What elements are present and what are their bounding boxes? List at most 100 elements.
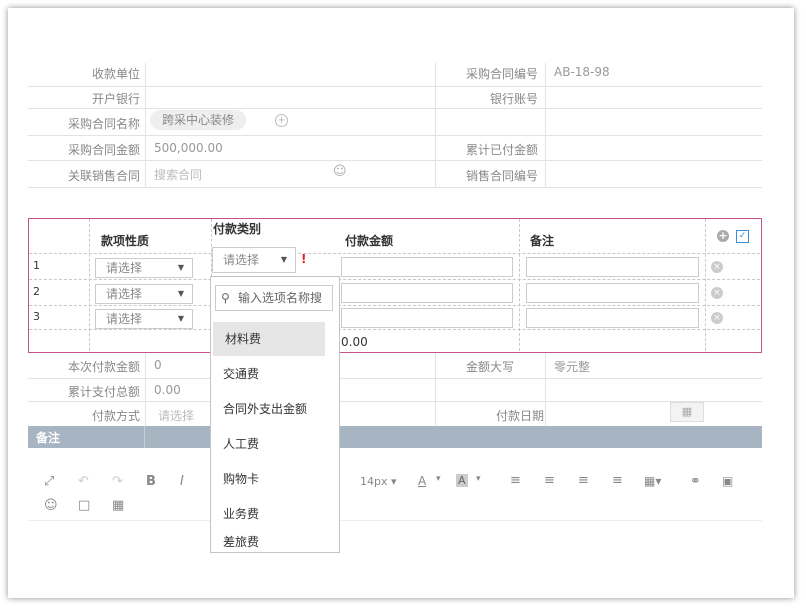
grid-line <box>28 187 762 188</box>
remark-section-title: 备注 <box>36 431 61 445</box>
account-label: 银行账号 <box>489 92 538 106</box>
image-icon[interactable]: ▣ <box>722 474 733 488</box>
nature-select[interactable]: 请选择 ▼ <box>95 284 193 304</box>
category-dropdown: ⚲ 输入选项名称搜 材料费 交通费 合同外支出金额 人工费 购物卡 业务费 差旅… <box>210 276 340 553</box>
justify-icon[interactable]: ≡ <box>612 473 623 488</box>
delete-row-icon[interactable]: × <box>711 287 723 299</box>
payee-label: 收款单位 <box>91 67 140 81</box>
row-number: 1 <box>33 259 40 272</box>
fullscreen-icon[interactable]: ⤢ <box>44 474 54 489</box>
dropdown-option[interactable]: 人工费 <box>211 427 339 461</box>
required-mark: ! <box>301 252 307 266</box>
amount-input[interactable] <box>341 257 513 277</box>
chevron-down-icon[interactable]: ▾ <box>476 474 481 484</box>
table-icon[interactable]: ▦▾ <box>644 474 661 488</box>
link-icon[interactable]: ⚭ <box>690 474 701 489</box>
grid-line <box>519 219 520 351</box>
payment-detail-table: 款项性质 付款类别 付款金额 备注 + ✓ 请选择 ▼ ! 1 请选择 ▼ × … <box>28 218 762 353</box>
contract-no-label: 采购合同编号 <box>465 67 538 81</box>
add-row-icon[interactable]: + <box>717 230 729 242</box>
chevron-down-icon[interactable]: ▾ <box>436 474 441 484</box>
chevron-down-icon: ▼ <box>280 255 287 264</box>
search-icon: ⚲ <box>221 291 230 305</box>
remark-section-header: 备注 <box>28 426 762 448</box>
chevron-down-icon: ▼ <box>177 289 184 298</box>
cumulative-paid-label: 累计已付金额 <box>465 143 538 157</box>
related-sales-search[interactable]: 搜索合同 <box>154 166 202 183</box>
contract-amount-label: 采购合同金额 <box>67 143 140 157</box>
align-left-icon[interactable]: ≡ <box>510 473 521 488</box>
comment-icon[interactable]: □ <box>78 498 90 513</box>
grid-line <box>545 63 546 187</box>
cumulative-label: 累计支付总额 <box>67 385 140 399</box>
font-size-value: 14px <box>360 475 388 488</box>
this-payment-label: 本次付款金额 <box>67 360 140 374</box>
dropdown-option[interactable]: 材料费 <box>213 322 325 356</box>
row-number: 2 <box>33 285 40 298</box>
grid-line <box>28 135 762 136</box>
grid-line <box>705 219 706 351</box>
dropdown-option[interactable]: 业务费 <box>211 497 339 531</box>
align-center-icon[interactable]: ≡ <box>544 473 555 488</box>
category-select[interactable]: 请选择 ▼ <box>212 247 296 273</box>
dropdown-search-placeholder: 输入选项名称搜 <box>238 291 323 305</box>
grid-line <box>145 353 146 426</box>
remark-input[interactable] <box>526 308 699 328</box>
nature-select-value: 请选择 <box>106 287 143 301</box>
nature-select-value: 请选择 <box>106 312 143 326</box>
nature-select[interactable]: 请选择 ▼ <box>95 258 193 278</box>
dropdown-option[interactable]: 差旅费 <box>211 531 339 553</box>
remark-input[interactable] <box>526 257 699 277</box>
dropdown-option[interactable]: 交通费 <box>211 357 339 391</box>
edit-icon[interactable]: ✓ <box>736 230 749 243</box>
grid-line <box>89 219 90 351</box>
col-header-remark: 备注 <box>530 234 555 248</box>
dropdown-search-input[interactable]: ⚲ 输入选项名称搜 <box>215 285 333 311</box>
media-icon[interactable]: ▦ <box>112 498 124 513</box>
category-select-value: 请选择 <box>223 253 260 267</box>
italic-button[interactable]: I <box>180 474 184 489</box>
remark-input[interactable] <box>526 283 699 303</box>
bank-label: 开户银行 <box>91 92 140 106</box>
amount-input[interactable] <box>341 283 513 303</box>
delete-row-icon[interactable]: × <box>711 261 723 273</box>
dropdown-option[interactable]: 合同外支出金额 <box>211 392 339 426</box>
redo-icon[interactable]: ↷ <box>112 474 123 489</box>
contract-amount-value: 500,000.00 <box>154 141 223 155</box>
contract-name-tag[interactable]: 跨采中心装修 <box>150 110 247 130</box>
chevron-down-icon: ▼ <box>177 263 184 272</box>
grid-line <box>435 353 436 426</box>
nature-select[interactable]: 请选择 ▼ <box>95 309 193 329</box>
background-color-button[interactable]: A <box>456 474 468 487</box>
align-right-icon[interactable]: ≡ <box>578 473 589 488</box>
emoji-icon[interactable]: ☺ <box>44 498 58 513</box>
total-amount: 0.00 <box>341 335 368 349</box>
font-size-select[interactable]: 14px ▾ <box>360 475 397 488</box>
grid-line <box>435 63 436 187</box>
grid-line <box>28 108 762 109</box>
col-header-nature: 款项性质 <box>101 234 150 248</box>
dropdown-option[interactable]: 购物卡 <box>211 462 339 496</box>
contract-name-label: 采购合同名称 <box>67 117 140 131</box>
grid-line <box>545 353 546 426</box>
grid-line <box>29 305 760 306</box>
payment-date-label: 付款日期 <box>495 409 544 423</box>
amount-input[interactable] <box>341 308 513 328</box>
related-sales-label: 关联销售合同 <box>67 169 140 183</box>
calendar-icon[interactable]: ▦ <box>670 402 704 422</box>
remark-editor-area[interactable] <box>28 520 762 581</box>
contract-no-value: AB-18-98 <box>554 65 610 79</box>
delete-row-icon[interactable]: × <box>711 312 723 324</box>
bold-button[interactable]: B <box>146 474 156 489</box>
grid-line <box>29 329 760 330</box>
undo-icon[interactable]: ↶ <box>78 474 89 489</box>
grid-line <box>28 160 762 161</box>
chevron-down-icon: ▼ <box>177 314 184 323</box>
font-color-button[interactable]: A <box>418 474 426 488</box>
row-number: 3 <box>33 310 40 323</box>
add-contract-icon[interactable]: + <box>275 114 288 127</box>
grid-line <box>28 86 762 87</box>
payment-method-select[interactable]: 请选择 <box>158 407 194 424</box>
user-select-icon[interactable]: ☺ <box>333 164 347 179</box>
grid-line <box>29 279 760 280</box>
